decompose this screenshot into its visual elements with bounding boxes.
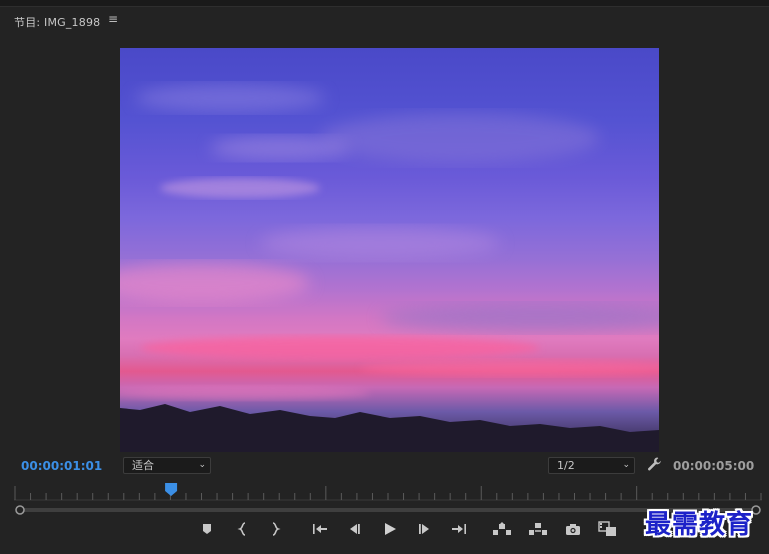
lift-button[interactable]	[491, 518, 513, 540]
extract-icon	[529, 523, 547, 535]
playback-resolution-value: 1/2	[557, 459, 575, 472]
mark-in-icon	[237, 522, 246, 536]
panel-title[interactable]: 节目: IMG_1898	[14, 14, 100, 30]
program-monitor-viewport[interactable]	[120, 48, 659, 452]
go-to-out-button[interactable]	[448, 518, 470, 540]
chevron-down-icon: ⌄	[622, 460, 630, 470]
go-to-out-icon	[452, 524, 466, 534]
playhead[interactable]	[165, 483, 178, 496]
mark-out-icon	[272, 522, 281, 536]
camera-icon	[566, 524, 580, 535]
compare-view-button[interactable]	[597, 518, 619, 540]
go-to-in-button[interactable]	[309, 518, 331, 540]
current-timecode[interactable]: 00:00:01:01	[21, 459, 102, 473]
lift-icon	[493, 522, 511, 535]
hamburger-menu-icon[interactable]: ≡	[107, 12, 119, 26]
export-frame-button[interactable]	[562, 518, 584, 540]
step-back-button[interactable]	[343, 518, 365, 540]
top-frame-bar	[0, 0, 769, 7]
chevron-down-icon: ⌄	[198, 460, 206, 470]
time-ruler[interactable]	[14, 480, 762, 502]
duration-timecode: 00:00:05:00	[673, 459, 755, 473]
mark-in-button[interactable]	[232, 518, 254, 540]
scroll-start-handle[interactable]	[15, 505, 25, 515]
watermark-logo: 最需教育	[645, 510, 754, 540]
zoom-fit-select[interactable]: 适合 ⌄	[123, 457, 211, 474]
extract-button[interactable]	[527, 518, 549, 540]
go-to-in-icon	[313, 524, 327, 534]
wrench-icon[interactable]	[646, 456, 662, 472]
monitor-controls-row: 00:00:01:01 适合 ⌄ 1/2 ⌄ 00:00:05:00	[0, 454, 769, 476]
add-marker-button[interactable]	[196, 518, 218, 540]
sunset-preview-image	[120, 84, 659, 452]
zoom-fit-value: 适合	[132, 459, 154, 472]
playback-resolution-select[interactable]: 1/2 ⌄	[548, 457, 635, 474]
play-icon	[385, 523, 396, 535]
program-monitor-header: 节目: IMG_1898 ≡	[0, 8, 769, 34]
mark-out-button[interactable]	[264, 518, 286, 540]
step-back-icon	[350, 524, 360, 534]
compare-icon	[598, 521, 616, 536]
play-button[interactable]	[379, 518, 401, 540]
marker-icon	[203, 524, 211, 534]
step-forward-icon	[419, 524, 429, 534]
step-forward-button[interactable]	[414, 518, 436, 540]
